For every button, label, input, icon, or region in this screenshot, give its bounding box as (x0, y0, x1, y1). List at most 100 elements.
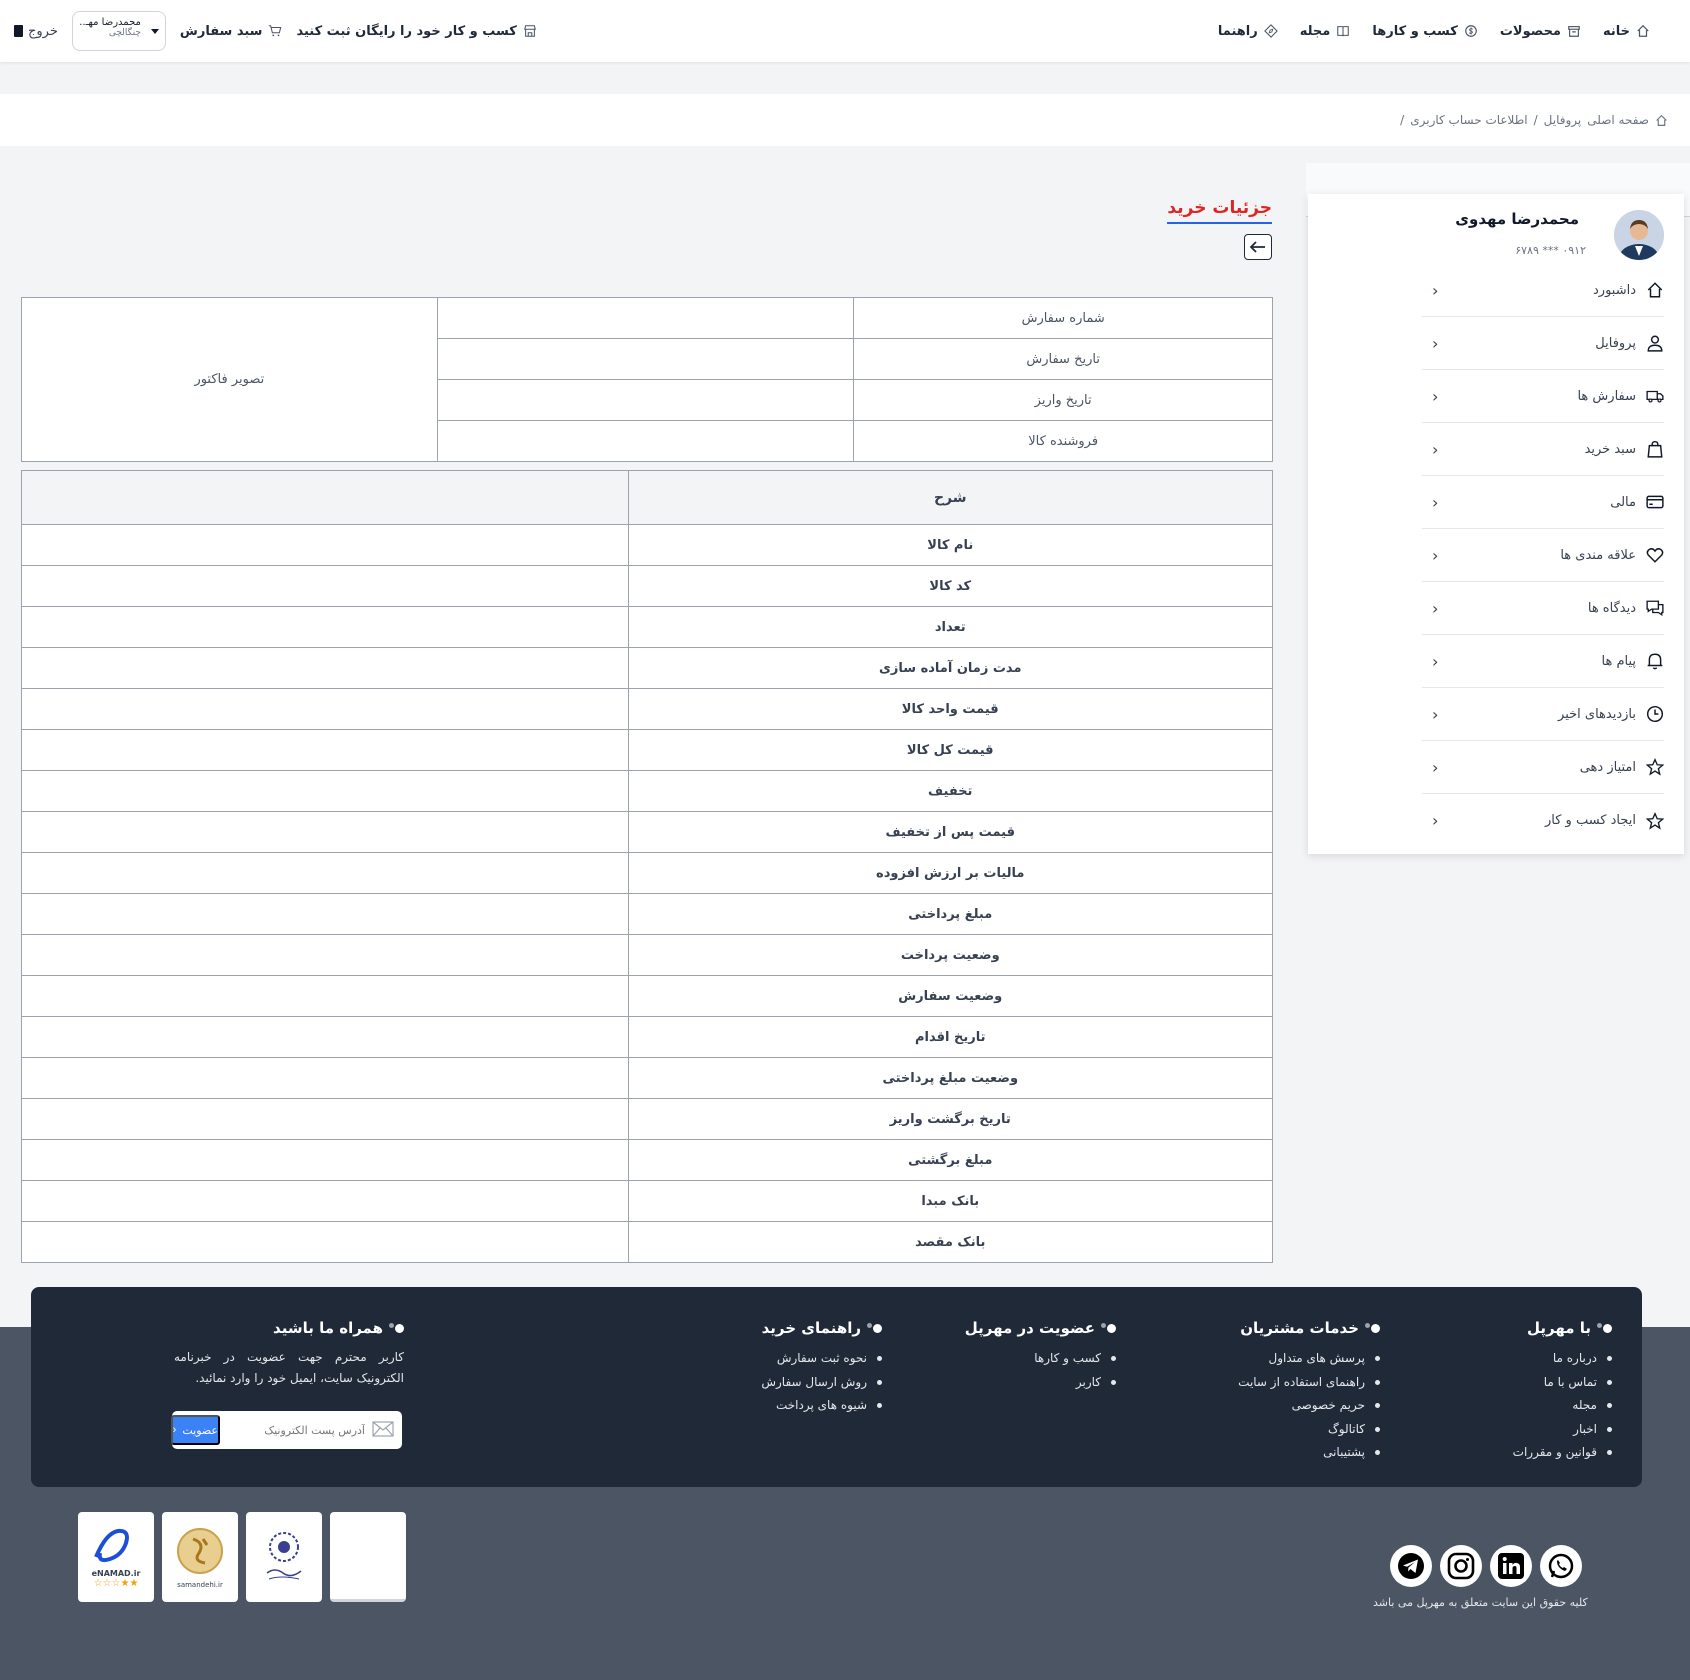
info-value (436, 379, 855, 421)
instagram-icon[interactable] (1440, 1545, 1482, 1587)
nav-magazine-label: مجله (1299, 23, 1331, 39)
nav-home-label: خانه (1602, 23, 1630, 39)
detail-value (21, 688, 629, 730)
footer-link[interactable]: روش ارسال سفارش (761, 1371, 882, 1395)
footer-link[interactable]: کسب و کارها (965, 1347, 1116, 1371)
footer-col-title: عضویت در مهرپل (964, 1319, 1095, 1337)
chevron-left-icon: ‹ (1432, 811, 1439, 830)
home-icon (1637, 24, 1649, 37)
invoice-image-cell[interactable]: تصویر فاکتور (21, 297, 438, 462)
dots-icon (867, 1322, 882, 1333)
sidebar-item-label: بازدیدهای اخیر (1558, 706, 1636, 722)
nav-home[interactable]: خانه (1603, 24, 1650, 39)
register-business-link[interactable]: کسب و کار خود را رایگان ثبت کنید (296, 24, 536, 39)
back-button[interactable] (1244, 234, 1272, 260)
footer-col-membership: عضویت در مهرپل کسب و کارها کاربر (965, 1319, 1116, 1394)
sidebar-item-dashboard[interactable]: داشبورد ‹ (1422, 264, 1664, 317)
telegram-icon[interactable] (1390, 1545, 1432, 1587)
enamad-badge[interactable]: eNAMAD.ir ★★☆☆☆ (78, 1512, 154, 1602)
sidebar-item-label: مالی (1610, 494, 1636, 510)
linkedin-icon[interactable] (1490, 1545, 1532, 1587)
detail-label: وضعیت مبلغ پرداختی (627, 1057, 1273, 1099)
nav-businesses[interactable]: کسب و کارها (1372, 24, 1478, 39)
footer-links: کسب و کارها کاربر (965, 1347, 1116, 1394)
comments-icon (1646, 600, 1664, 617)
footer-link[interactable]: کاربر (965, 1371, 1116, 1395)
footer-link[interactable]: پشتیبانی (1238, 1441, 1380, 1465)
info-value (436, 338, 855, 380)
footer-link[interactable]: راهنمای استفاده از سایت (1238, 1371, 1380, 1395)
purchase-detail-table: شرح نام کالا کد کالا تعداد مدت زمان آماده س… (21, 470, 1273, 1263)
detail-value (21, 852, 629, 894)
footer-link[interactable]: حریم خصوصی (1238, 1394, 1380, 1418)
footer-link[interactable]: اخبار (1513, 1418, 1612, 1442)
detail-label: مدت زمان آماده سازی (627, 647, 1273, 689)
nav-products[interactable]: محصولات (1500, 24, 1581, 39)
detail-label: بانک مقصد (627, 1221, 1273, 1263)
detail-label: قیمت کل کالا (627, 729, 1273, 771)
nav-magazine[interactable]: مجله (1300, 24, 1351, 39)
chevron-left-icon: ‹ (172, 1424, 177, 1436)
info-label: تاریخ واریز (853, 379, 1273, 421)
table-row: بانک مقصد (21, 1221, 1273, 1263)
nav-guide[interactable]: راهنما (1218, 24, 1278, 39)
user-photo-icon (1614, 210, 1664, 260)
table-row: وضعیت مبلغ پرداختی (21, 1057, 1273, 1099)
sidebar-item-comments[interactable]: دیدگاه ها ‹ (1422, 582, 1664, 635)
footer-col-about: با مهرپل درباره ما تماس با ما مجله اخبار قوا… (1513, 1319, 1612, 1465)
user-dropdown[interactable]: محمدرضا مهـ... چنگالچی (71, 11, 166, 51)
footer-link[interactable]: نحوه ثبت سفارش (761, 1347, 882, 1371)
cart-link[interactable]: سبد سفارش (180, 24, 283, 39)
detail-value (21, 1016, 629, 1058)
breadcrumb-profile[interactable]: پروفایل (1544, 113, 1582, 127)
chevron-left-icon: ‹ (1432, 439, 1439, 459)
sidebar-item-recent-visits[interactable]: بازدیدهای اخیر ‹ (1422, 688, 1664, 741)
sidebar-item-create-business[interactable]: ایجاد کسب و کار ‹ (1422, 794, 1664, 847)
table-row: مالیات بر ارزش افزوده (21, 852, 1273, 894)
detail-value (21, 565, 629, 607)
sidebar-item-finance[interactable]: مالی ‹ (1422, 476, 1664, 529)
info-label: شماره سفارش (853, 297, 1273, 339)
sidebar-item-label: ایجاد کسب و کار (1544, 813, 1636, 828)
chevron-left-icon: ‹ (1432, 333, 1439, 353)
logout-button[interactable]: خروج (14, 24, 58, 39)
association-badge[interactable] (246, 1512, 322, 1602)
samandehi-badge[interactable]: samandehi.ir (162, 1512, 238, 1602)
clock-icon (1646, 705, 1664, 723)
sidebar-item-messages[interactable]: پیام ها ‹ (1422, 635, 1664, 688)
footer-links: پرسش های متداول راهنمای استفاده از سایت حر… (1238, 1347, 1380, 1465)
sidebar-item-rating[interactable]: امتیاز دهی ‹ (1422, 741, 1664, 794)
footer-link[interactable]: درباره ما (1513, 1347, 1612, 1371)
table-row: کد کالا (21, 565, 1273, 607)
newsletter-subscribe-button[interactable]: عضویت ‹ (170, 1415, 220, 1445)
footer-link[interactable]: کاتالوگ (1238, 1418, 1380, 1442)
detail-label: کد کالا (627, 565, 1273, 607)
user-icon (1647, 335, 1663, 352)
table-row: قیمت واحد کالا (21, 688, 1273, 730)
detail-value (21, 975, 629, 1017)
table-row: مبلغ پرداختی (21, 893, 1273, 935)
sidebar-item-orders[interactable]: سفارش ها ‹ (1422, 370, 1664, 423)
detail-label: تاریخ برگشت واریز (627, 1098, 1273, 1140)
sidebar-item-favorites[interactable]: علاقه مندی ها ‹ (1422, 529, 1664, 582)
chevron-left-icon: ‹ (1432, 704, 1439, 724)
blank-badge[interactable] (330, 1512, 406, 1602)
nav-products-label: محصولات (1499, 23, 1561, 39)
samandehi-logo-icon (177, 1528, 223, 1574)
footer-link[interactable]: پرسش های متداول (1238, 1347, 1380, 1371)
footer-link[interactable]: قوانین و مقررات (1513, 1441, 1612, 1465)
dots-icon (1597, 1322, 1612, 1333)
detail-label: تعداد (627, 606, 1273, 648)
detail-value (21, 893, 629, 935)
footer-link[interactable]: شیوه های پرداخت (761, 1394, 882, 1418)
detail-label: مالیات بر ارزش افزوده (627, 852, 1273, 894)
footer-link[interactable]: تماس با ما (1513, 1371, 1612, 1395)
sidebar-item-cart[interactable]: سبد خرید ‹ (1422, 423, 1664, 476)
sidebar-item-profile[interactable]: پروفایل ‹ (1422, 317, 1664, 370)
footer-link[interactable]: مجله (1513, 1394, 1612, 1418)
breadcrumb-home[interactable]: صفحه اصلی (1587, 113, 1649, 127)
whatsapp-icon[interactable] (1540, 1545, 1582, 1587)
sidebar-user-phone: ۰۹۱۲ *** ۶۷۸۹ (1515, 244, 1586, 257)
nav-guide-label: راهنما (1217, 23, 1258, 39)
profile-sidebar: محمدرضا مهدوی ۰۹۱۲ *** ۶۷۸۹ داشبورد ‹ پر… (1308, 194, 1684, 854)
